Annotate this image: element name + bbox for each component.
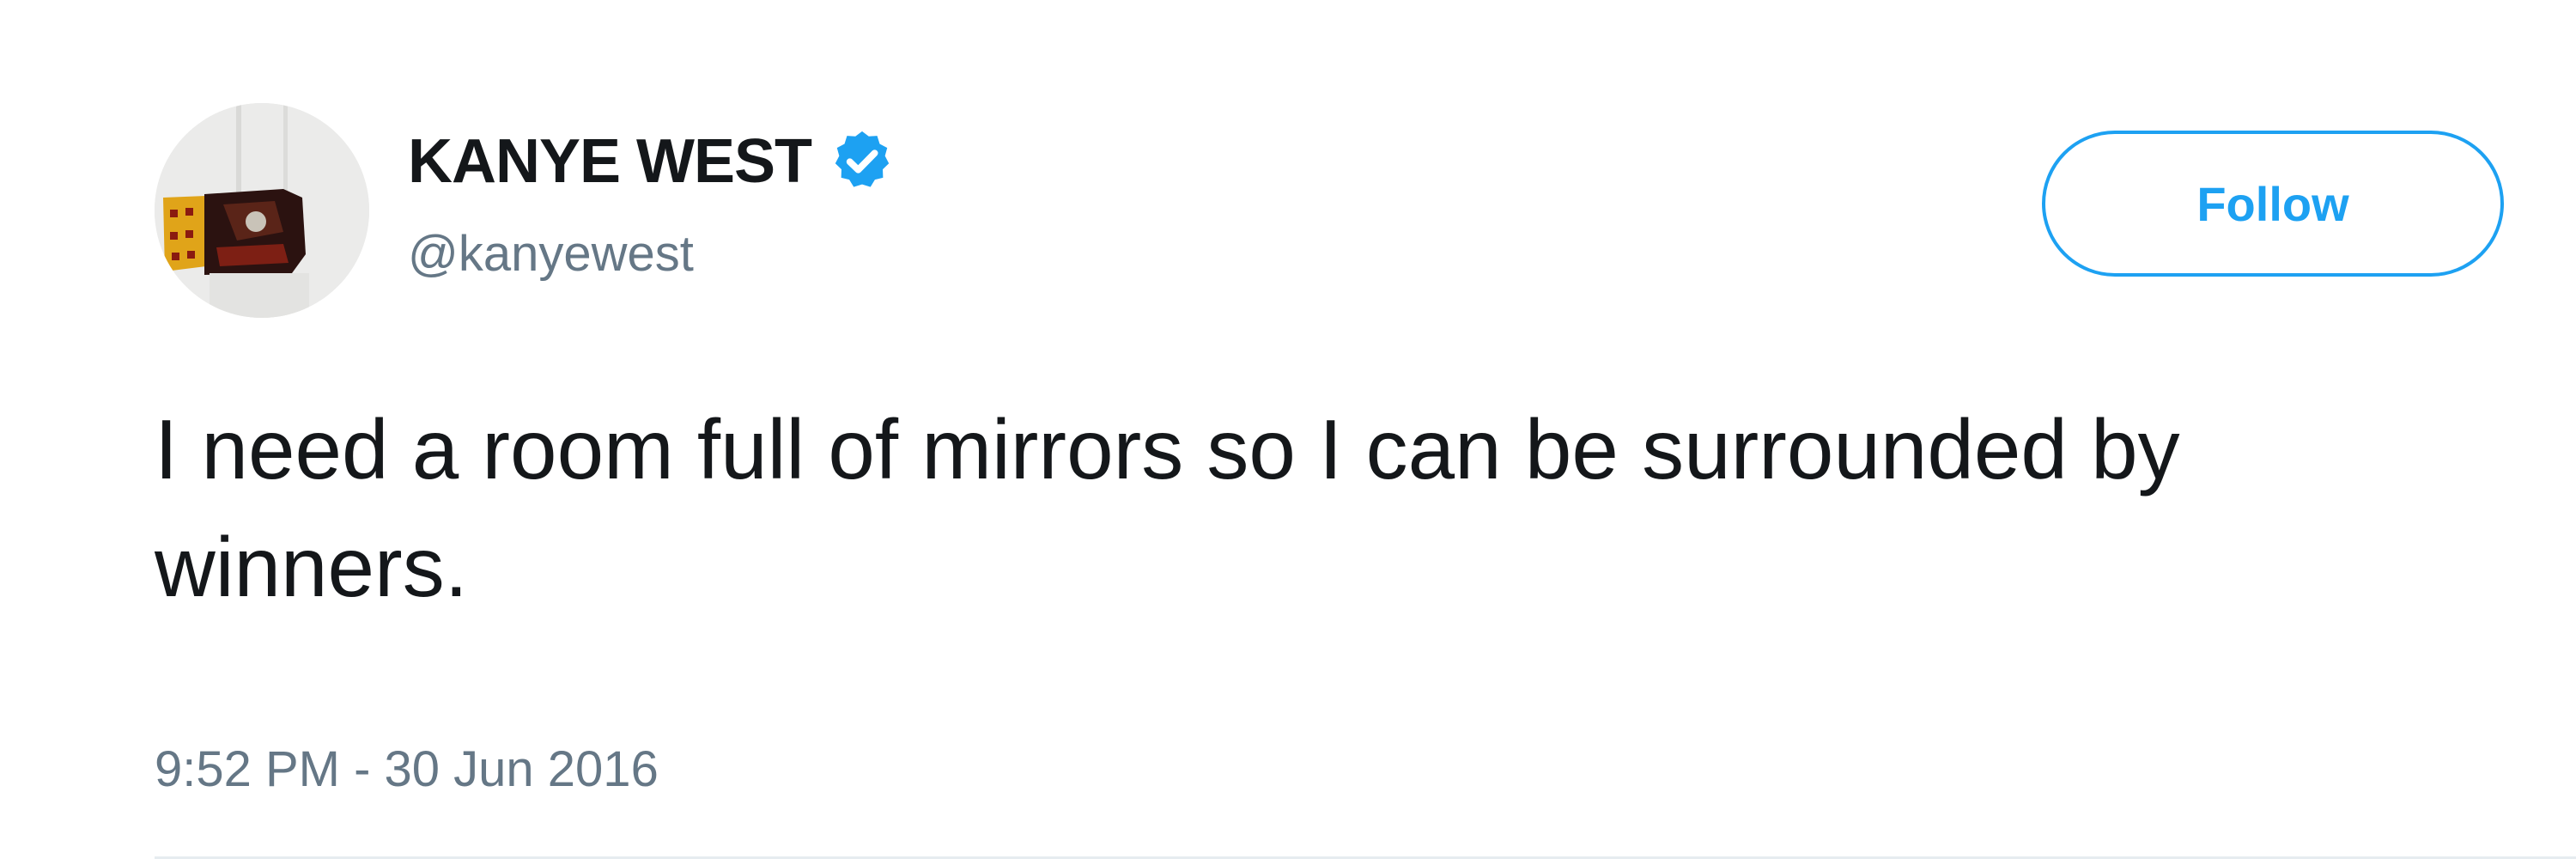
tweet-timestamp[interactable]: 9:52 PM - 30 Jun 2016 (155, 740, 659, 798)
profile-avatar[interactable] (155, 103, 369, 318)
tweet-card: KANYE WEST @kanyewest Follow I need a ro… (0, 0, 2576, 859)
screen-name[interactable]: @kanyewest (408, 225, 694, 283)
follow-button[interactable]: Follow (2042, 131, 2504, 277)
display-name[interactable]: KANYE WEST (408, 126, 812, 197)
verified-badge-icon (835, 131, 890, 187)
avatar-image (155, 103, 369, 318)
user-name-row: KANYE WEST (408, 119, 896, 204)
tweet-text: I need a room full of mirrors so I can b… (155, 402, 2180, 614)
